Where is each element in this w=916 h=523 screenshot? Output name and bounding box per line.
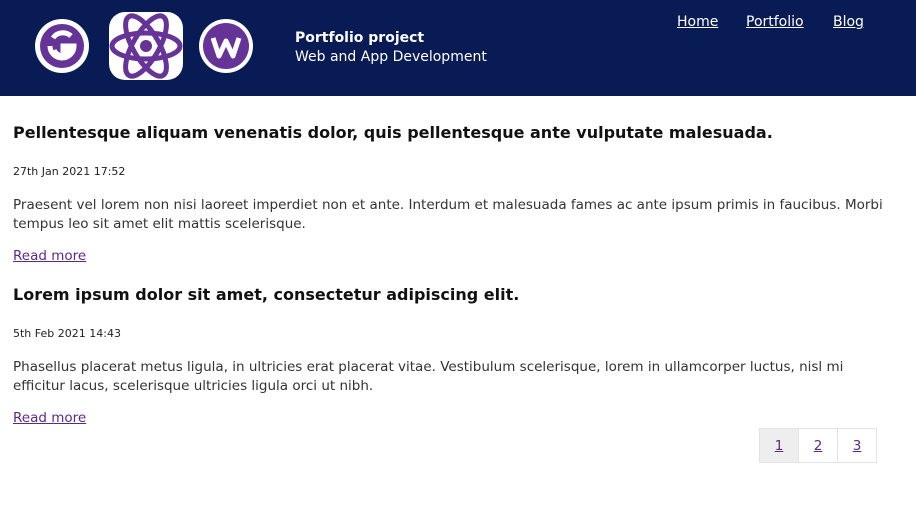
- post-date: 5th Feb 2021 14:43: [13, 327, 121, 340]
- wordpress-logo-icon: [197, 10, 255, 80]
- read-more-link[interactable]: Read more: [13, 410, 86, 426]
- site-subtitle: Web and App Development: [295, 49, 487, 65]
- nav-link-blog[interactable]: Blog: [833, 14, 864, 30]
- nav-link-home[interactable]: Home: [677, 14, 718, 30]
- page-button-1[interactable]: 1: [759, 428, 799, 463]
- site-title: Portfolio project: [295, 30, 425, 46]
- read-more-link[interactable]: Read more: [13, 248, 86, 264]
- gatsby-logo-icon: [33, 10, 91, 80]
- page-button-2[interactable]: 2: [798, 428, 838, 463]
- site-header: Portfolio project Web and App Developmen…: [0, 0, 916, 96]
- post-excerpt: Phasellus placerat metus ligula, in ultr…: [13, 359, 844, 394]
- post-excerpt: Praesent vel lorem non nisi laoreet impe…: [13, 197, 883, 232]
- react-logo-icon: [107, 10, 185, 80]
- pagination: 1 2 3: [759, 428, 877, 463]
- post-title: Pellentesque aliquam venenatis dolor, qu…: [13, 123, 773, 142]
- nav-link-portfolio[interactable]: Portfolio: [746, 14, 804, 30]
- post-title: Lorem ipsum dolor sit amet, consectetur …: [13, 285, 520, 304]
- page-button-3[interactable]: 3: [837, 428, 877, 463]
- post-date: 27th Jan 2021 17:52: [13, 165, 126, 178]
